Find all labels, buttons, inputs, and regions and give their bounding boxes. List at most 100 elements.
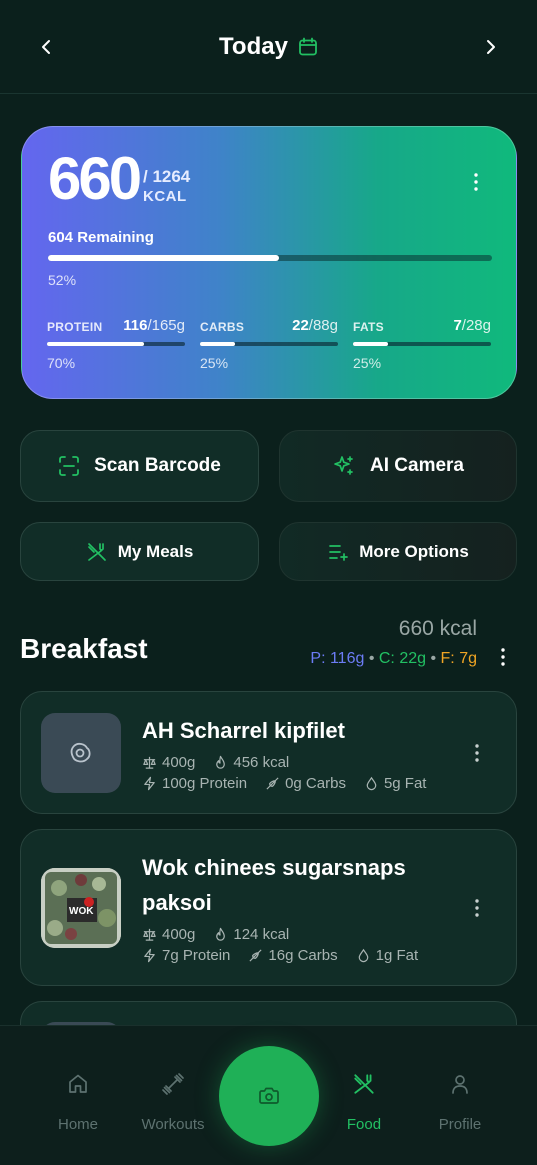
food-item[interactable]: WOK Wok chinees sugarsnaps paksoi 400g 1…	[20, 829, 517, 986]
food-amount-row: 400g 456 kcal	[142, 754, 289, 771]
macro-progress-fill	[47, 342, 144, 346]
ai-camera-label: AI Camera	[370, 455, 464, 476]
nav-home[interactable]: Home	[38, 1066, 118, 1133]
more-options-label: More Options	[359, 541, 469, 561]
utensils-crossed-icon	[354, 1074, 374, 1094]
calories-remaining: 604 Remaining	[48, 229, 154, 246]
separator: •	[368, 650, 375, 667]
meal-menu-button[interactable]	[495, 646, 511, 668]
food-name: AH Scharrel kipfilet	[142, 718, 345, 743]
wheat-icon	[266, 777, 279, 790]
more-options-button[interactable]: More Options	[279, 522, 517, 581]
food-kcal: 456 kcal	[213, 754, 289, 771]
flame-icon	[216, 755, 226, 769]
calorie-goal: / 1264	[143, 167, 191, 186]
header: Today	[0, 0, 537, 94]
macro-label: CARBS	[200, 320, 245, 334]
calories-consumed: 660	[48, 145, 142, 212]
ai-camera-button[interactable]: AI Camera	[279, 430, 517, 502]
meal-fat: F: 7g	[440, 650, 477, 667]
droplet-icon	[366, 776, 377, 791]
egg-fried-icon	[70, 742, 91, 763]
scale-icon	[143, 756, 156, 769]
calorie-progress-bar	[48, 255, 492, 261]
food-carbs: 16g Carbs	[248, 947, 338, 964]
camera-fab-button[interactable]	[219, 1046, 319, 1146]
more-vertical-icon	[474, 173, 478, 191]
utensils-crossed-icon	[87, 542, 106, 561]
page-title: Today	[219, 33, 288, 60]
product-package-image: WOK	[41, 868, 121, 948]
separator: •	[430, 650, 437, 667]
my-meals-button[interactable]: My Meals	[20, 522, 259, 581]
meal-protein: P: 116g	[310, 650, 365, 667]
macro-progress-fill	[200, 342, 235, 346]
user-icon	[452, 1075, 468, 1094]
meal-carbs: C: 22g	[378, 650, 427, 667]
date-title[interactable]: Today	[0, 33, 537, 61]
macro-percent: 25%	[200, 355, 229, 371]
macro-value: 7/28g	[453, 317, 491, 334]
home-icon	[69, 1074, 87, 1093]
calorie-progress-label: 52%	[48, 272, 77, 288]
food-protein: 100g Protein	[142, 775, 247, 792]
package-text: WOK	[69, 906, 94, 917]
food-macros-row: 7g Protein 16g Carbs 1g Fat	[142, 947, 418, 964]
chevron-right-icon	[487, 40, 495, 54]
calorie-summary-card: 660 / 1264 KCAL 604 Remaining 52% PROTEI…	[21, 126, 517, 399]
sparkles-icon	[334, 456, 353, 475]
macro-percent: 70%	[47, 355, 76, 371]
scan-barcode-label: Scan Barcode	[94, 455, 221, 476]
list-plus-icon	[329, 544, 349, 561]
scan-barcode-button[interactable]: Scan Barcode	[20, 430, 259, 502]
meal-title: Breakfast	[20, 633, 148, 664]
food-menu-button[interactable]	[469, 742, 485, 764]
meal-macros: P: 116g • C: 22g • F: 7g	[310, 650, 477, 668]
camera-icon	[259, 1087, 279, 1104]
food-weight: 400g	[142, 926, 195, 943]
droplet-icon	[358, 948, 368, 963]
food-name-line: paksoi	[142, 890, 212, 915]
food-photo: WOK	[41, 868, 121, 948]
calorie-progress-fill	[48, 255, 279, 261]
macro-value: 22/88g	[292, 317, 338, 334]
dumbbell-icon	[162, 1073, 184, 1095]
nav-food[interactable]: Food	[324, 1066, 404, 1133]
nav-workouts[interactable]: Workouts	[133, 1066, 213, 1133]
food-menu-button[interactable]	[469, 897, 485, 919]
my-meals-label: My Meals	[117, 541, 194, 561]
meal-kcal: 660 kcal	[398, 617, 477, 640]
food-name-line: Wok chinees sugarsnaps	[142, 855, 406, 880]
nav-profile[interactable]: Profile	[420, 1066, 500, 1133]
scale-icon	[143, 928, 156, 941]
macro-label: FATS	[353, 320, 384, 334]
food-protein: 7g Protein	[142, 947, 230, 964]
summary-menu-button[interactable]	[468, 171, 484, 193]
food-weight: 400g	[142, 754, 195, 771]
zap-icon	[144, 776, 155, 791]
nav-profile-label: Profile	[438, 1116, 482, 1133]
more-vertical-icon	[475, 899, 479, 917]
food-thumbnail	[41, 713, 121, 793]
food-kcal: 124 kcal	[213, 926, 289, 943]
food-carbs: 0g Carbs	[265, 775, 346, 792]
macro-percent: 25%	[353, 355, 382, 371]
food-item[interactable]: AH Scharrel kipfilet 400g 456 kcal 100g …	[20, 691, 517, 814]
next-day-button[interactable]	[476, 32, 506, 62]
nav-home-label: Home	[57, 1116, 98, 1133]
macro-progress-bar	[353, 342, 491, 346]
food-fat: 5g Fat	[364, 775, 426, 792]
flame-icon	[216, 927, 226, 941]
nav-food-label: Food	[346, 1116, 382, 1133]
food-amount-row: 400g 124 kcal	[142, 926, 289, 943]
scan-icon	[59, 456, 80, 476]
macro-progress-bar	[47, 342, 185, 346]
food-name: Wok chinees sugarsnaps paksoi	[142, 850, 406, 920]
macro-value: 116/165g	[123, 317, 185, 334]
macro-label: PROTEIN	[47, 320, 103, 334]
calendar-icon	[299, 37, 317, 56]
nav-workouts-label: Workouts	[141, 1116, 205, 1133]
food-macros-row: 100g Protein 0g Carbs 5g Fat	[142, 775, 426, 792]
more-vertical-icon	[501, 648, 505, 666]
macro-progress-fill	[353, 342, 388, 346]
